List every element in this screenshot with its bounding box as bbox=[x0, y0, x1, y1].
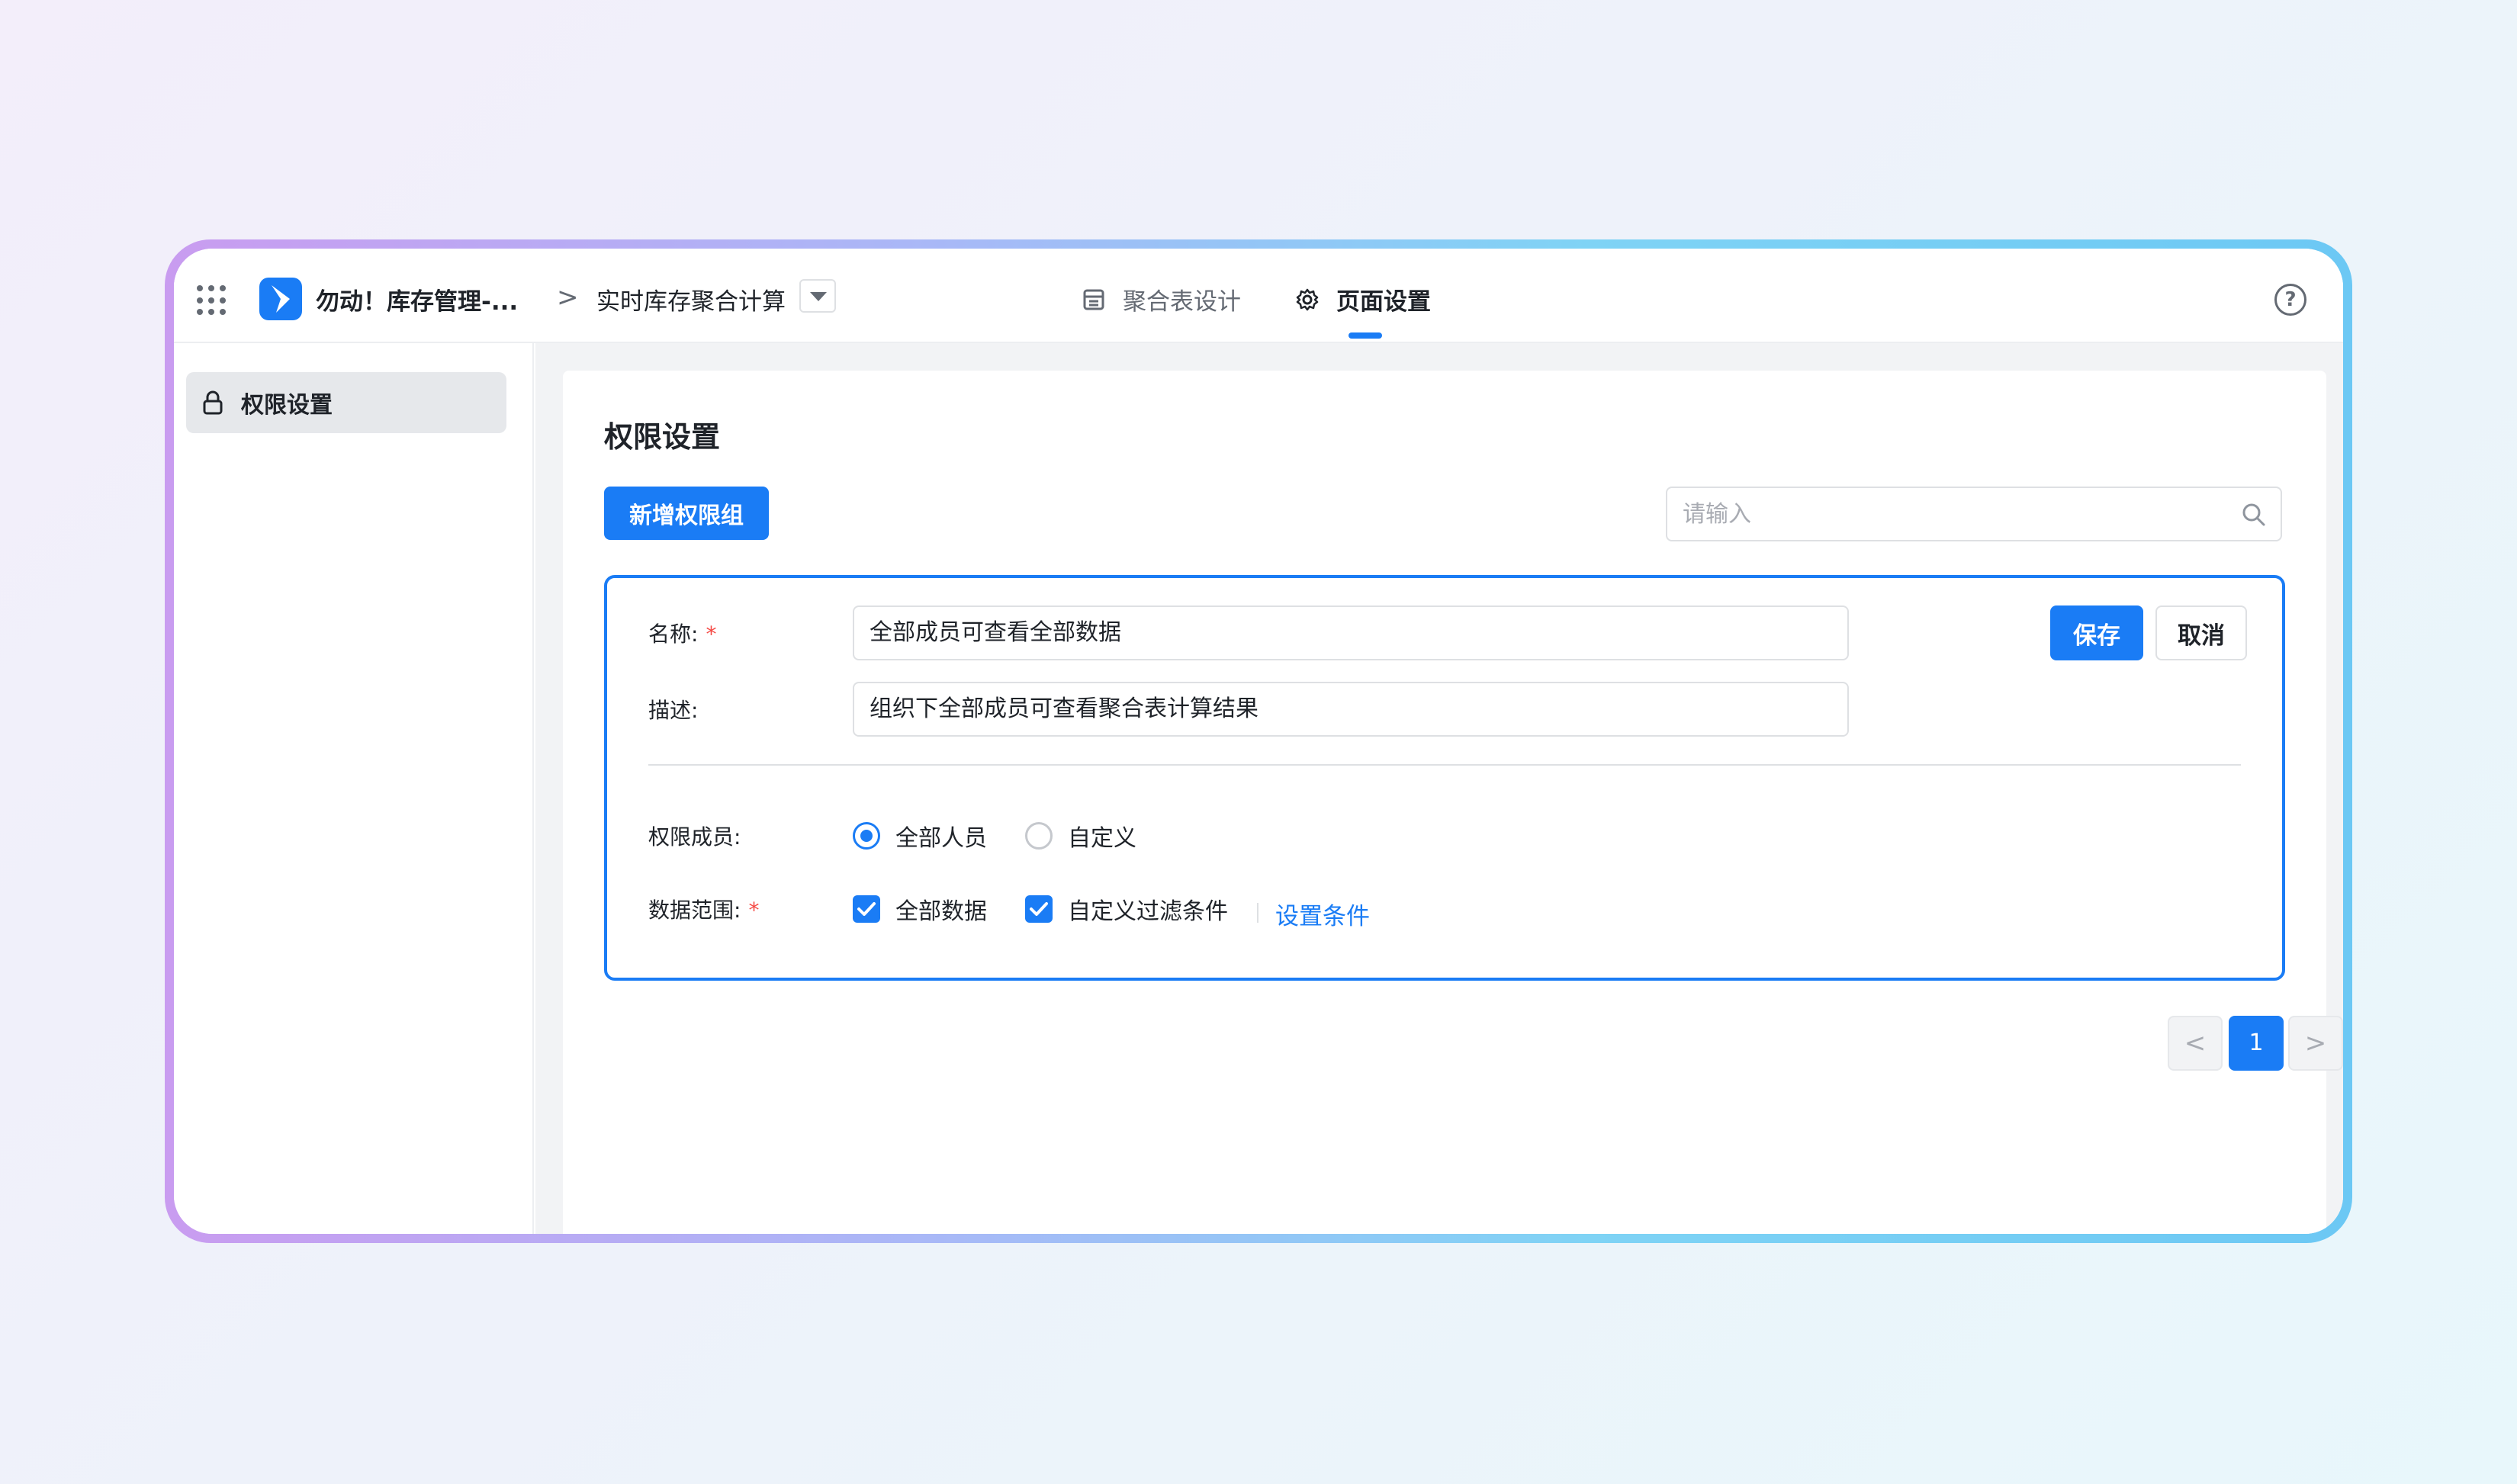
link-separator bbox=[1257, 903, 1258, 923]
description-field[interactable]: 组织下全部成员可查看聚合表计算结果 bbox=[853, 682, 1849, 737]
sidebar: 权限设置 bbox=[174, 343, 534, 1234]
add-permission-group-button[interactable]: 新增权限组 bbox=[604, 487, 769, 540]
radio-button[interactable] bbox=[853, 822, 880, 850]
breadcrumb-separator: > bbox=[557, 282, 579, 313]
checkbox[interactable] bbox=[853, 895, 880, 923]
checkbox-label: 自定义过滤条件 bbox=[1068, 898, 1228, 925]
radio-button[interactable] bbox=[1025, 822, 1053, 850]
data-range-label: 数据范围: * bbox=[648, 898, 760, 923]
radio-custom[interactable]: 自定义 bbox=[1025, 819, 1136, 853]
check-icon bbox=[857, 902, 876, 916]
name-label: 名称: * bbox=[648, 622, 717, 647]
chevron-right-icon: > bbox=[2304, 1028, 2327, 1058]
divider bbox=[648, 764, 2241, 766]
required-mark: * bbox=[706, 622, 717, 647]
sidebar-item-label: 权限设置 bbox=[241, 392, 333, 419]
radio-label: 自定义 bbox=[1068, 825, 1136, 852]
save-button[interactable]: 保存 bbox=[2050, 605, 2143, 660]
lock-icon bbox=[203, 390, 223, 415]
page-name[interactable]: 实时库存聚合计算 bbox=[596, 282, 786, 316]
settings-card: 权限设置 新增权限组 名称:* 全部成员可查看全部数据 描述: 组织下全部成员 bbox=[563, 371, 2343, 1234]
app-window: 勿动！库存管理-... > 实时库存聚合计算 聚合表设计 页面设置 ? 权限设置… bbox=[174, 249, 2343, 1234]
active-tab-indicator bbox=[1349, 332, 1382, 339]
tab-aggregate-design[interactable]: 聚合表设计 bbox=[1082, 282, 1241, 316]
page-dropdown-toggle[interactable] bbox=[799, 279, 836, 313]
radio-label: 全部人员 bbox=[895, 825, 987, 852]
description-label: 描述: bbox=[648, 698, 699, 723]
checkbox-all-data[interactable]: 全部数据 bbox=[853, 892, 987, 926]
page-title: 权限设置 bbox=[604, 420, 721, 454]
app-name[interactable]: 勿动！库存管理-... bbox=[316, 282, 518, 316]
checkbox[interactable] bbox=[1025, 895, 1053, 923]
app-grid-icon[interactable] bbox=[197, 285, 227, 316]
members-label: 权限成员: bbox=[648, 824, 741, 850]
set-condition-link[interactable]: 设置条件 bbox=[1275, 897, 1370, 931]
search-input[interactable] bbox=[1683, 497, 2216, 531]
sidebar-item-permissions[interactable]: 权限设置 bbox=[186, 372, 506, 433]
app-logo-icon bbox=[259, 278, 302, 320]
top-bar: 勿动！库存管理-... > 实时库存聚合计算 聚合表设计 页面设置 ? bbox=[174, 249, 2343, 343]
checkbox-label: 全部数据 bbox=[895, 898, 987, 925]
tab-page-settings[interactable]: 页面设置 bbox=[1295, 282, 1431, 316]
pagination-page-1[interactable]: 1 bbox=[2229, 1016, 2284, 1071]
radio-all-members[interactable]: 全部人员 bbox=[853, 819, 987, 853]
chevron-left-icon: < bbox=[2184, 1028, 2207, 1058]
tab-label: 页面设置 bbox=[1336, 288, 1431, 316]
required-mark: * bbox=[748, 898, 760, 923]
pagination-next-button[interactable]: > bbox=[2288, 1016, 2343, 1071]
check-icon bbox=[1030, 902, 1048, 916]
checkbox-custom-filter[interactable]: 自定义过滤条件 bbox=[1025, 892, 1228, 926]
search-icon[interactable] bbox=[2241, 502, 2267, 528]
pagination-prev-button[interactable]: < bbox=[2168, 1016, 2223, 1071]
cancel-button[interactable]: 取消 bbox=[2155, 605, 2247, 660]
tab-label: 聚合表设计 bbox=[1123, 288, 1241, 316]
content-area: 权限设置 新增权限组 名称:* 全部成员可查看全部数据 描述: 组织下全部成员 bbox=[535, 343, 2343, 1234]
window-frame: 勿动！库存管理-... > 实时库存聚合计算 聚合表设计 页面设置 ? 权限设置… bbox=[165, 239, 2352, 1243]
gear-icon bbox=[1296, 288, 1319, 310]
table-icon bbox=[1083, 289, 1104, 310]
name-field[interactable]: 全部成员可查看全部数据 bbox=[853, 605, 1849, 660]
permission-group-editor: 名称: * 全部成员可查看全部数据 描述: 组织下全部成员可查看聚合表计算结果 保… bbox=[604, 575, 2285, 981]
search-box[interactable] bbox=[1666, 487, 2282, 541]
help-icon[interactable]: ? bbox=[2274, 284, 2306, 316]
